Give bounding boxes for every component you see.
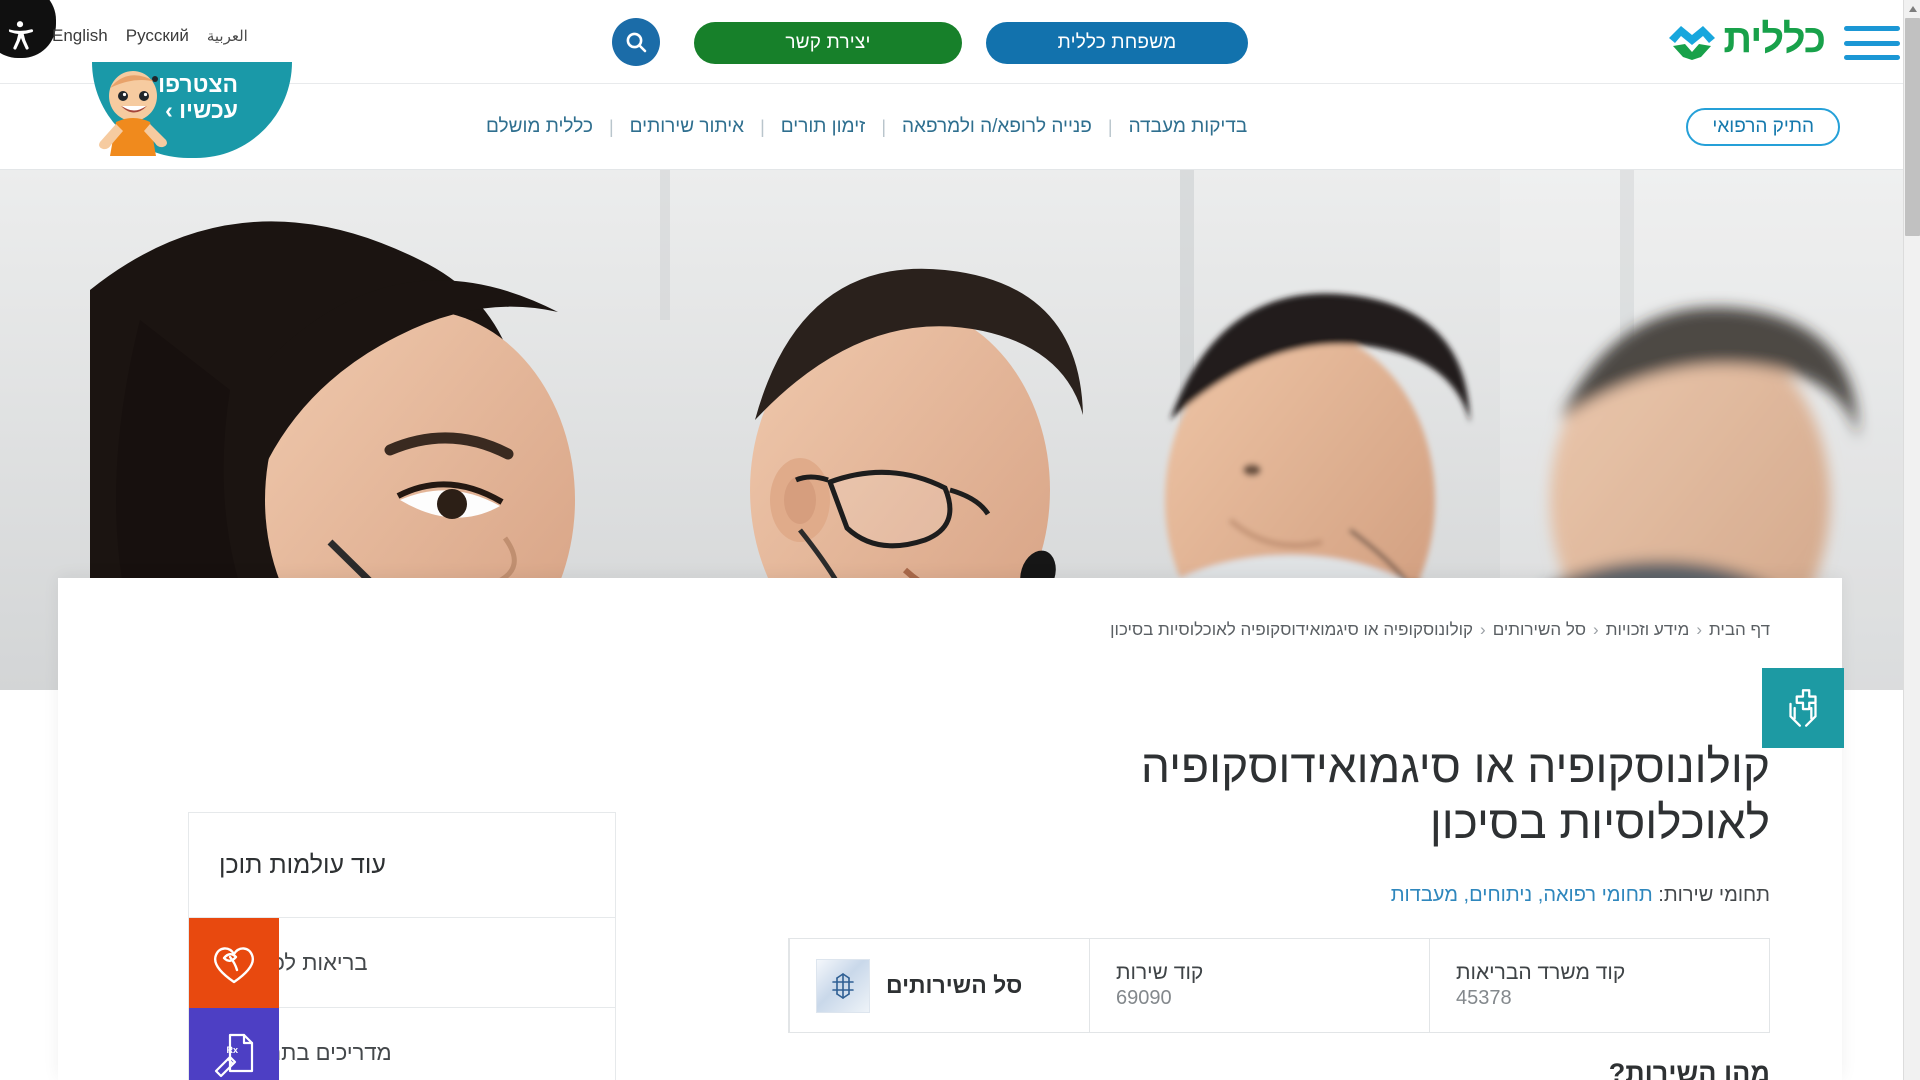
sidebar-item-medication-guides[interactable]: מדריכים בתרופות › Rx [188,1008,616,1080]
breadcrumb-separator: ‹ [1593,620,1599,639]
page-title: קולונוסקופיה או סיגמואידוסקופיה לאוכלוסי… [1140,739,1770,849]
breadcrumb-item-services-basket[interactable]: סל השירותים [1493,620,1586,639]
nav-item-lab-tests[interactable]: בדיקות מעבדה [1113,116,1264,138]
join-now-line2: עכשיו › [165,96,238,123]
hamburger-line [1844,55,1900,60]
svg-text:Rx: Rx [226,1045,238,1055]
hamburger-line [1844,40,1900,46]
heart-icon [189,918,279,1008]
table-cell-health-ministry-code: קוד משרד הבריאות 45378 [1429,939,1769,1032]
service-areas: תחומי שירות: תחומי רפואה, ניתוחים, מעבדו… [1391,884,1770,907]
hands-holding-cross-icon [1762,668,1844,748]
israel-state-emblem-icon [816,958,870,1013]
accessibility-icon[interactable] [0,0,56,58]
cell-value: 69090 [1116,987,1172,1009]
scrollbar-up-arrow-icon[interactable] [1904,0,1920,17]
nav-item-clalit-mushlam[interactable]: כללית מושלם [470,116,609,138]
scrollbar-thumb[interactable] [1905,18,1920,236]
sidebar-item-health-all-ages[interactable]: בריאות לכל גיל › [188,918,616,1008]
join-now-text: הצטרפו עכשיו › [158,71,238,124]
nav-separator: | [608,116,614,137]
language-link-arabic[interactable]: العربية [207,27,248,45]
mascot-character-icon [99,71,167,156]
services-basket-label: סל השירותים [886,972,1023,998]
nav-separator: | [1107,116,1113,137]
search-icon[interactable] [612,18,660,66]
service-codes-table: קוד משרד הבריאות 45378 קוד שירות 69090 ס… [788,938,1770,1033]
clalit-logo-text: כללית [1723,17,1826,61]
breadcrumb-separator: ‹ [1696,620,1702,639]
nav-separator: | [881,116,886,137]
main-navigation-bar: בדיקות מעבדה | פנייה לרופא/ה ולמרפאה | ז… [0,84,1920,170]
prescription-rx-icon: Rx [189,1008,279,1080]
table-cell-services-basket: סל השירותים [789,939,1089,1032]
medical-record-button[interactable]: התיק הרפואי [1686,108,1840,146]
hamburger-line [1844,26,1900,31]
language-link-english[interactable]: English [52,26,108,46]
service-areas-links[interactable]: תחומי רפואה, ניתוחים, מעבדות [1391,884,1653,906]
clalit-logo[interactable]: כללית [1665,16,1826,62]
page-scrollbar[interactable] [1903,0,1920,1080]
nav-item-contact-doctor-clinic[interactable]: פנייה לרופא/ה ולמרפאה [886,116,1108,138]
contact-us-button[interactable]: יצירת קשר [694,22,962,64]
join-now-line1: הצטרפו [158,71,238,97]
sidebar-header: עוד עולמות תוכן [188,812,616,918]
nav-item-appointments[interactable]: זימון תורים [765,116,882,138]
cell-key: קוד שירות [1116,961,1204,984]
breadcrumb-item-info[interactable]: מידע וזכויות [1606,620,1690,639]
nav-items: בדיקות מעבדה | פנייה לרופא/ה ולמרפאה | ז… [470,84,1263,170]
page-root: דף הבית ‹ מידע וזכויות ‹ סל השירותים ‹ קולונוס… [0,0,1920,1080]
nav-separator: | [760,116,765,137]
breadcrumb-item-home[interactable]: דף הבית [1709,620,1770,639]
section-heading-what-is-service: מהו השירות? [1608,1058,1770,1080]
service-areas-label: תחומי שירות: [1658,884,1770,906]
sidebar-more-content-worlds: עוד עולמות תוכן בריאות לכל גיל › מדריכים… [188,812,616,1080]
breadcrumb-item-current: קולונוסקופיה או סיגמואידוסקופיה לאוכלוסי… [1110,620,1474,639]
hamburger-menu-icon[interactable] [1844,26,1900,60]
clalit-family-button[interactable]: משפחת כללית [986,22,1248,64]
breadcrumb: דף הבית ‹ מידע וזכויות ‹ סל השירותים ‹ קולונוס… [1110,620,1770,640]
language-switcher: English Русский العربية [52,26,248,46]
nav-item-find-services[interactable]: איתור שירותים [614,116,760,138]
table-cell-service-code: קוד שירות 69090 [1089,939,1429,1032]
breadcrumb-separator: ‹ [1480,620,1486,639]
cell-value: 45378 [1456,987,1512,1009]
cell-key: קוד משרד הבריאות [1456,961,1626,984]
clalit-wave-icon [1669,26,1716,60]
language-link-russian[interactable]: Русский [126,26,189,46]
